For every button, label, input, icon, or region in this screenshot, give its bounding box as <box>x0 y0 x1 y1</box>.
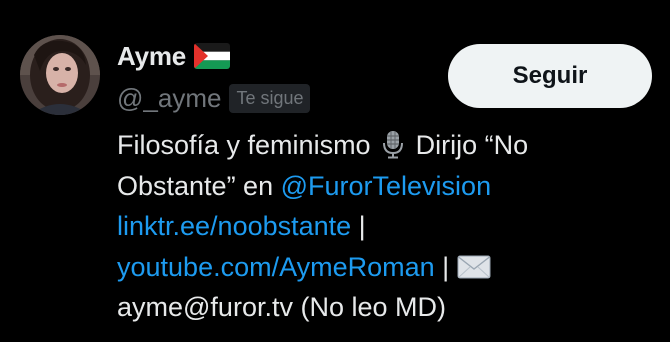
avatar[interactable] <box>20 35 100 115</box>
bio-separator: | <box>434 251 457 282</box>
bio-line: Filosofía y feminismo Dirijo “No <box>117 125 657 166</box>
avatar-image <box>20 35 100 115</box>
bio-separator: | <box>351 211 366 241</box>
mention-link[interactable]: @FurorTelevision <box>281 171 491 201</box>
bio-text: Obstante” en <box>117 170 281 201</box>
follows-you-badge: Te sigue <box>229 83 311 113</box>
bio: Filosofía y feminismo Dirijo “No Obstant… <box>117 125 657 328</box>
linktree-link[interactable]: linktr.ee/noobstante <box>117 211 351 241</box>
handle-row: @_ayme Te sigue <box>117 82 311 114</box>
bio-line: linktr.ee/noobstante | <box>117 206 657 247</box>
youtube-link[interactable]: youtube.com/AymeRoman <box>117 252 435 282</box>
bio-text: Filosofía y feminismo <box>117 130 379 160</box>
bio-text: ayme@furor.tv (No leo MD) <box>117 292 446 322</box>
bio-text: Dirijo “No <box>408 130 529 160</box>
name-row: Ayme <box>117 40 231 72</box>
follow-button[interactable]: Seguir <box>448 44 652 108</box>
profile-card: Ayme @_ayme Te sigue Seguir Filosofía y … <box>0 0 670 342</box>
palestine-flag-icon <box>194 43 231 69</box>
display-name[interactable]: Ayme <box>117 41 186 72</box>
handle[interactable]: @_ayme <box>117 83 221 114</box>
bio-line: ayme@furor.tv (No leo MD) <box>117 287 657 328</box>
microphone-icon <box>378 129 408 159</box>
bio-line: Obstante” en @FurorTelevision <box>117 166 657 207</box>
bio-line: youtube.com/AymeRoman | <box>117 247 657 288</box>
envelope-icon <box>457 251 491 281</box>
